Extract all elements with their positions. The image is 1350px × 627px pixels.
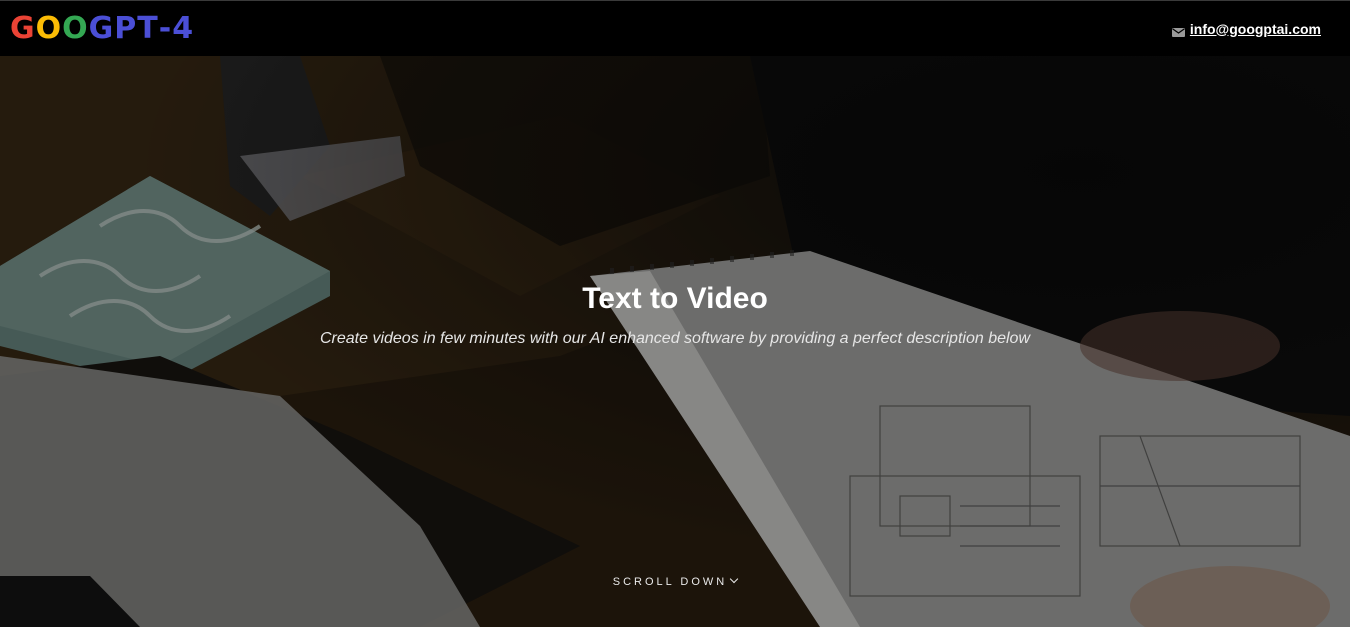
hero-subtitle: Create videos in few minutes with our AI… <box>319 330 1030 347</box>
contact-email: info@googptai.com <box>1171 21 1321 37</box>
site-logo[interactable]: GOOGPT-4 <box>10 10 195 46</box>
hero-section: Text to Video Create videos in few minut… <box>0 56 1350 627</box>
logo-letter: P <box>114 10 138 46</box>
scroll-down-label: SCROLL DOWN <box>612 576 728 588</box>
chevron-down-icon <box>730 574 739 584</box>
top-bar: GOOGPT-4 info@googptai.com <box>0 0 1350 56</box>
hero-title: Text to Video <box>582 282 768 315</box>
logo-letter: 4 <box>172 10 195 46</box>
logo-letter: G <box>10 10 36 46</box>
scroll-down-link[interactable]: SCROLL DOWN <box>0 574 1350 588</box>
logo-letter: O <box>35 10 63 46</box>
logo-letter: O <box>62 10 89 46</box>
envelope-icon <box>1171 24 1185 37</box>
logo-letter: G <box>88 10 115 46</box>
logo-letter: T <box>137 10 159 46</box>
email-link[interactable]: info@googptai.com <box>1190 21 1321 37</box>
logo-letter: - <box>158 10 173 46</box>
